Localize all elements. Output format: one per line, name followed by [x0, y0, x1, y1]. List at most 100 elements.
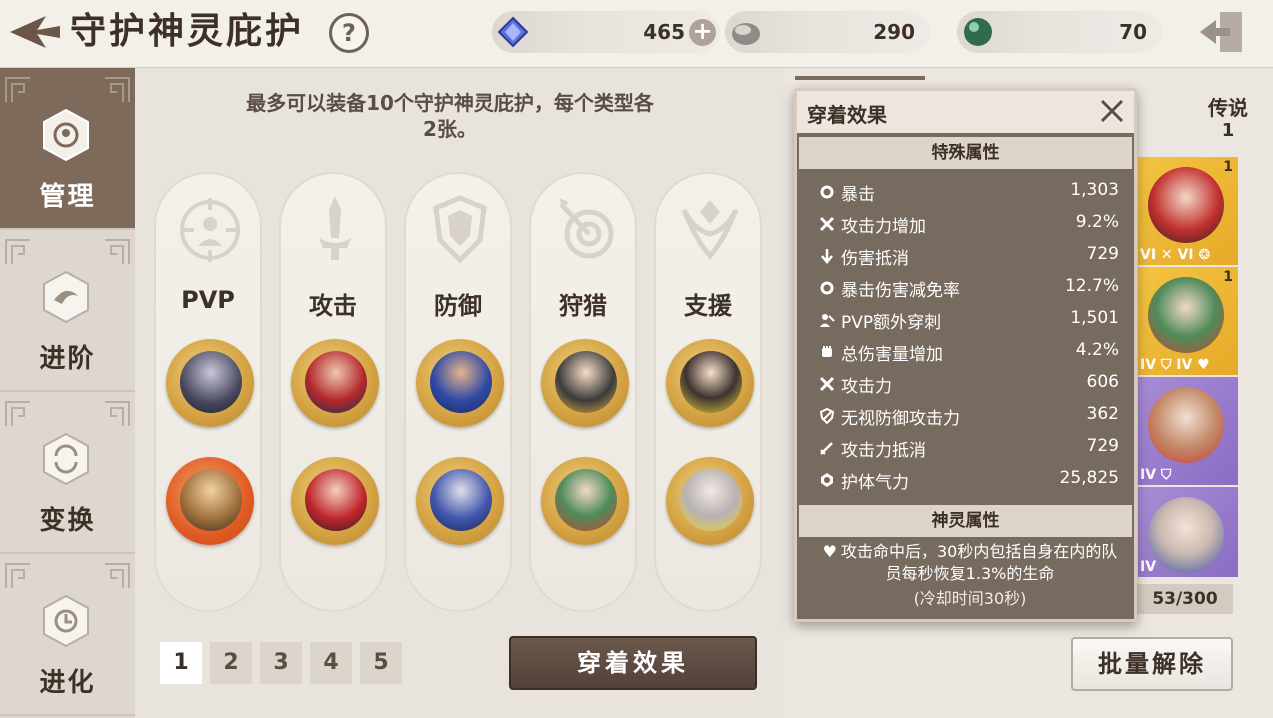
nav-item-advance[interactable]: 进阶 — [0, 230, 135, 392]
category-label: 狩猎 — [559, 292, 607, 320]
stat-value: 9.2% — [1075, 212, 1119, 232]
spirit-slot[interactable] — [666, 457, 754, 545]
green-orb-icon — [960, 14, 996, 50]
stat-value: 606 — [1086, 372, 1119, 392]
nav-item-evolve[interactable]: 进化 — [0, 554, 135, 716]
page-title: 守护神灵庇护 — [70, 11, 305, 52]
advance-icon — [43, 270, 89, 324]
category-label: 支援 — [684, 292, 732, 320]
transform-icon — [43, 432, 89, 486]
category-column-pvp: PVP — [154, 172, 262, 612]
stat-name: 攻击力增加 — [841, 217, 926, 237]
cooldown-note: (冷却时间30秒) — [913, 589, 1027, 608]
stat-name: 暴击 — [841, 185, 875, 205]
spirit-portrait — [305, 469, 367, 531]
spirit-slot[interactable] — [291, 457, 379, 545]
category-column-support: 支援 — [654, 172, 762, 612]
wear-effect-button[interactable]: 穿着效果 — [509, 636, 757, 690]
category-column-hunt: 狩猎 — [529, 172, 637, 612]
page-tab-3[interactable]: 3 — [260, 642, 302, 684]
shield-icon — [433, 195, 487, 264]
stat-row: 护体气力 25,825 — [819, 465, 1119, 495]
spirit-portrait — [430, 351, 492, 413]
spirit-portrait — [680, 469, 742, 531]
spirit-card[interactable]: 1 VI ✕ VI ❂ — [1138, 157, 1238, 265]
wear-effect-popup: 穿着效果 特殊属性 暴击 1,303 攻击力增加 9.2% 伤害抵消 729 暴… — [794, 88, 1137, 622]
corner-ornament-icon — [5, 401, 30, 426]
bullseye-icon — [559, 198, 614, 259]
pvp-icon — [820, 314, 835, 327]
bulk-release-button[interactable]: 批量解除 — [1071, 637, 1233, 691]
corner-ornament-icon — [105, 563, 130, 588]
page-tab-2[interactable]: 2 — [210, 642, 252, 684]
spirit-card[interactable]: IV — [1138, 487, 1238, 577]
nav-item-transform[interactable]: 变换 — [0, 392, 135, 554]
nav-label: 进化 — [39, 668, 96, 698]
add-gem-button[interactable]: + — [689, 19, 716, 46]
spirit-slot[interactable] — [541, 339, 629, 427]
stat-value: 1,303 — [1070, 180, 1119, 200]
left-nav: 管理 进阶 变换 进化 — [0, 68, 135, 718]
spirit-slot[interactable] — [291, 339, 379, 427]
spirit-desc-text: 攻击命中后，30秒内包括自身在内的队员每秒恢复1.3%的生命 — [840, 542, 1118, 583]
category-label: 攻击 — [309, 292, 357, 320]
pvp-target-icon — [180, 198, 240, 262]
stone-icon — [728, 14, 764, 50]
stat-value: 362 — [1086, 404, 1119, 424]
help-icon[interactable]: ? — [329, 13, 369, 53]
stat-row: 无视防御攻击力 362 — [819, 401, 1119, 431]
card-rank-marks: IV — [1140, 559, 1157, 575]
stat-row: 暴击 1,303 — [819, 177, 1119, 207]
spirit-slot[interactable] — [541, 457, 629, 545]
evolve-icon — [43, 594, 89, 648]
spirit-attributes-header: 神灵属性 — [799, 505, 1132, 537]
gear-icon — [820, 185, 834, 199]
spirit-slot[interactable] — [166, 457, 254, 545]
stat-row: 暴击伤害减免率 12.7% — [819, 273, 1119, 303]
spirit-card[interactable]: 1 IV ⛉ IV ♥ — [1138, 267, 1238, 375]
heart-icon: ♥ — [822, 542, 837, 561]
back-arrow-icon — [10, 16, 60, 48]
page-tab-1[interactable]: 1 — [160, 642, 202, 684]
crossed-swords-icon — [819, 216, 835, 232]
sword-icon — [820, 442, 833, 455]
stat-name: 总伤害量增加 — [841, 345, 943, 365]
legend-grade-label[interactable]: 传说 — [1190, 92, 1266, 121]
card-count: 1 — [1223, 269, 1233, 285]
spirit-attribute-desc: ♥ 攻击命中后，30秒内包括自身在内的队员每秒恢复1.3%的生命 — [815, 541, 1125, 585]
category-label: 防御 — [434, 292, 482, 320]
spirit-slot[interactable] — [166, 339, 254, 427]
equip-limit-info: 最多可以装备10个守护神灵庇护，每个类型各2张。 — [246, 91, 654, 141]
close-icon[interactable] — [1098, 97, 1126, 125]
page-tab-5[interactable]: 5 — [360, 642, 402, 684]
shield-icon — [819, 408, 835, 424]
stat-row: 攻击力 606 — [819, 369, 1119, 399]
spirit-slot[interactable] — [666, 339, 754, 427]
spirit-slot[interactable] — [416, 339, 504, 427]
gear-icon — [820, 281, 834, 295]
page-tab-4[interactable]: 4 — [310, 642, 352, 684]
spirit-card[interactable]: IV ⛉ — [1138, 377, 1238, 485]
spirit-slot[interactable] — [416, 457, 504, 545]
back-button[interactable] — [6, 12, 62, 52]
nav-label: 进阶 — [39, 344, 96, 374]
corner-ornament-icon — [5, 563, 30, 588]
category-label: PVP — [181, 286, 235, 314]
gem-icon — [495, 14, 531, 50]
exit-icon — [1200, 12, 1242, 52]
sword-icon — [319, 196, 351, 260]
inventory-capacity: 53/300 — [1137, 584, 1233, 614]
spirit-portrait — [680, 351, 742, 413]
nav-item-manage[interactable]: 管理 — [0, 68, 135, 230]
stat-value: 4.2% — [1075, 340, 1119, 360]
aura-icon — [821, 473, 833, 487]
category-column-attack: 攻击 — [279, 172, 387, 612]
stone-amount: 290 — [873, 20, 915, 44]
green-orb-amount: 70 — [1119, 20, 1147, 44]
stat-name: 暴击伤害减免率 — [841, 281, 960, 301]
gem-amount: 465 — [643, 20, 685, 44]
stat-name: 无视防御攻击力 — [841, 409, 960, 429]
stat-value: 1,501 — [1070, 308, 1119, 328]
crossed-swords-icon — [819, 376, 835, 392]
exit-button[interactable] — [1196, 8, 1248, 56]
